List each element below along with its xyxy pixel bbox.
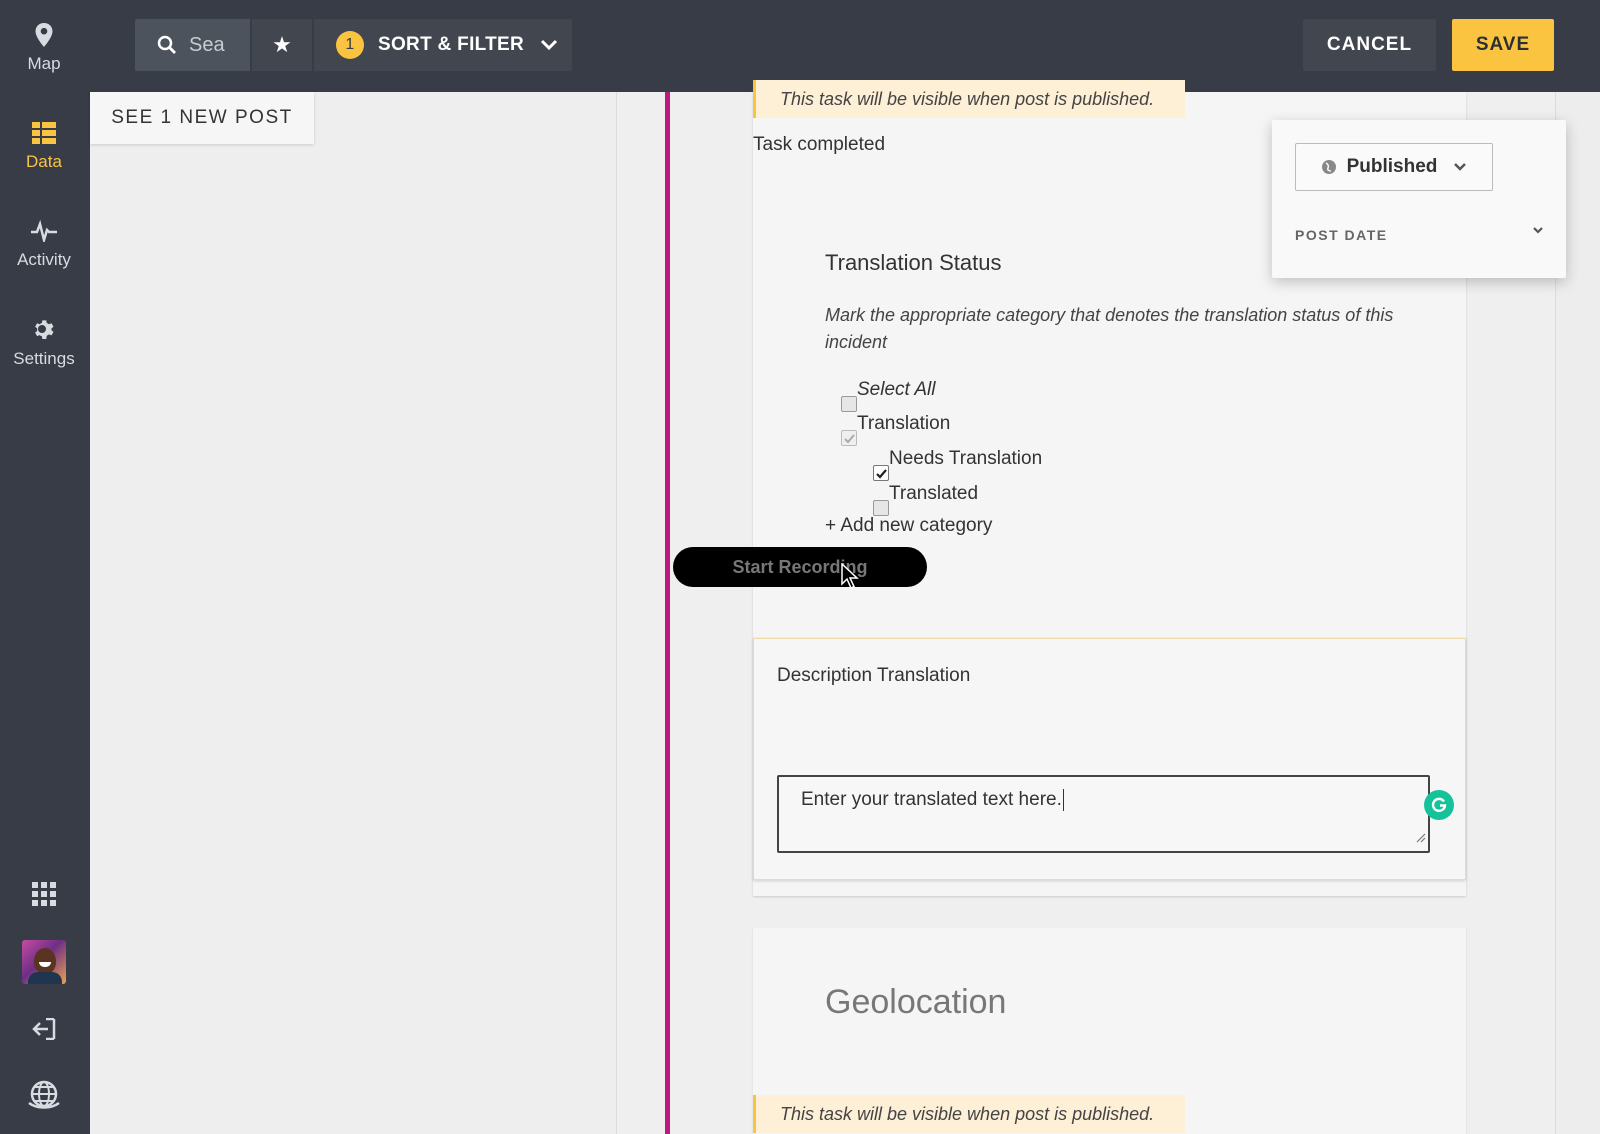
gear-icon	[31, 317, 57, 343]
save-button[interactable]: SAVE	[1452, 19, 1554, 71]
translated-checkbox[interactable]	[873, 500, 889, 516]
category-option-label: Translated	[889, 483, 979, 504]
apps-grid-button[interactable]	[0, 876, 88, 916]
favorites-button[interactable]: ★	[252, 19, 312, 71]
sidebar-item-activity[interactable]: Activity	[0, 196, 88, 286]
sidebar-item-settings[interactable]: Settings	[0, 295, 88, 385]
chevron-down-icon	[1453, 162, 1467, 172]
geolocation-title: Geolocation	[825, 983, 1007, 1021]
sidebar-item-label: Settings	[13, 349, 75, 368]
start-recording-button[interactable]: Start Recording	[673, 547, 927, 587]
star-icon: ★	[272, 32, 292, 57]
sort-filter-button[interactable]: 1 SORT & FILTER	[314, 19, 572, 71]
geolocation-notice: This task will be visible when post is p…	[753, 1095, 1185, 1133]
check-icon	[876, 469, 887, 479]
avatar	[22, 940, 66, 984]
translation-status-title: Translation Status	[825, 250, 1002, 275]
description-translation-title: Description Translation	[777, 665, 971, 686]
sidebar-item-data[interactable]: Data	[0, 98, 88, 188]
needs-translation-checkbox[interactable]	[873, 465, 889, 481]
activity-pulse-icon	[31, 218, 57, 244]
data-list-icon	[31, 120, 57, 146]
translation-text: Enter your translated text here.	[801, 789, 1062, 811]
logout-icon	[32, 1017, 56, 1045]
column-gutter	[617, 92, 665, 1134]
chevron-down-icon[interactable]	[1532, 226, 1544, 235]
category-option-label: Select All	[857, 379, 936, 400]
sidebar-item-map[interactable]: Map	[0, 0, 88, 90]
search-icon	[157, 35, 177, 55]
translation-status-description: Mark the appropriate category that denot…	[825, 305, 1394, 352]
post-list-column	[90, 92, 617, 1134]
search-input[interactable]: Sea	[135, 19, 250, 71]
map-pin-icon	[31, 22, 57, 48]
filter-count-badge: 1	[336, 31, 364, 59]
grammarly-icon[interactable]	[1424, 790, 1454, 820]
text-caret	[1062, 789, 1064, 811]
globe-button[interactable]	[0, 1080, 88, 1114]
top-bar: Sea ★ 1 SORT & FILTER CANCEL SAVE	[90, 0, 1600, 92]
apps-grid-icon	[32, 881, 56, 911]
select-all-checkbox[interactable]	[841, 396, 857, 412]
status-value: Published	[1346, 156, 1438, 177]
post-status-panel: Published POST DATE	[1272, 120, 1566, 278]
cancel-button[interactable]: CANCEL	[1303, 19, 1436, 71]
resize-grip-icon[interactable]	[1414, 827, 1426, 849]
chevron-down-icon	[540, 39, 558, 51]
user-avatar-button[interactable]	[0, 940, 88, 984]
translation-textarea[interactable]: Enter your translated text here.	[777, 775, 1430, 853]
sidebar-item-label: Data	[26, 152, 62, 171]
sort-filter-label: SORT & FILTER	[378, 34, 525, 55]
add-category-link[interactable]: + Add new category	[825, 515, 992, 537]
globe-icon	[1321, 159, 1337, 175]
logout-button[interactable]	[0, 1016, 88, 1046]
see-new-posts-button[interactable]: SEE 1 NEW POST	[90, 92, 314, 144]
publish-notice: This task will be visible when post is p…	[753, 80, 1185, 118]
category-option-label: Needs Translation	[889, 448, 1043, 469]
sidebar: Map Data Activity Settings	[0, 0, 90, 1134]
check-icon	[844, 434, 855, 444]
sidebar-item-label: Map	[27, 54, 61, 73]
geolocation-notice-text: This task will be visible when post is p…	[780, 1103, 1155, 1124]
globe-icon	[27, 1079, 61, 1116]
task-completed-label: Task completed	[753, 134, 886, 155]
sidebar-item-label: Activity	[17, 250, 71, 269]
description-translation-card: Description Translation Enter your trans…	[753, 638, 1466, 880]
translation-checkbox[interactable]	[841, 430, 857, 446]
status-dropdown[interactable]: Published	[1295, 143, 1493, 191]
mouse-cursor-icon	[841, 562, 859, 594]
search-placeholder: Sea	[189, 33, 225, 56]
category-option-label: Translation	[857, 413, 951, 434]
publish-notice-text: This task will be visible when post is p…	[780, 88, 1155, 109]
post-date-label[interactable]: POST DATE	[1295, 227, 1388, 243]
